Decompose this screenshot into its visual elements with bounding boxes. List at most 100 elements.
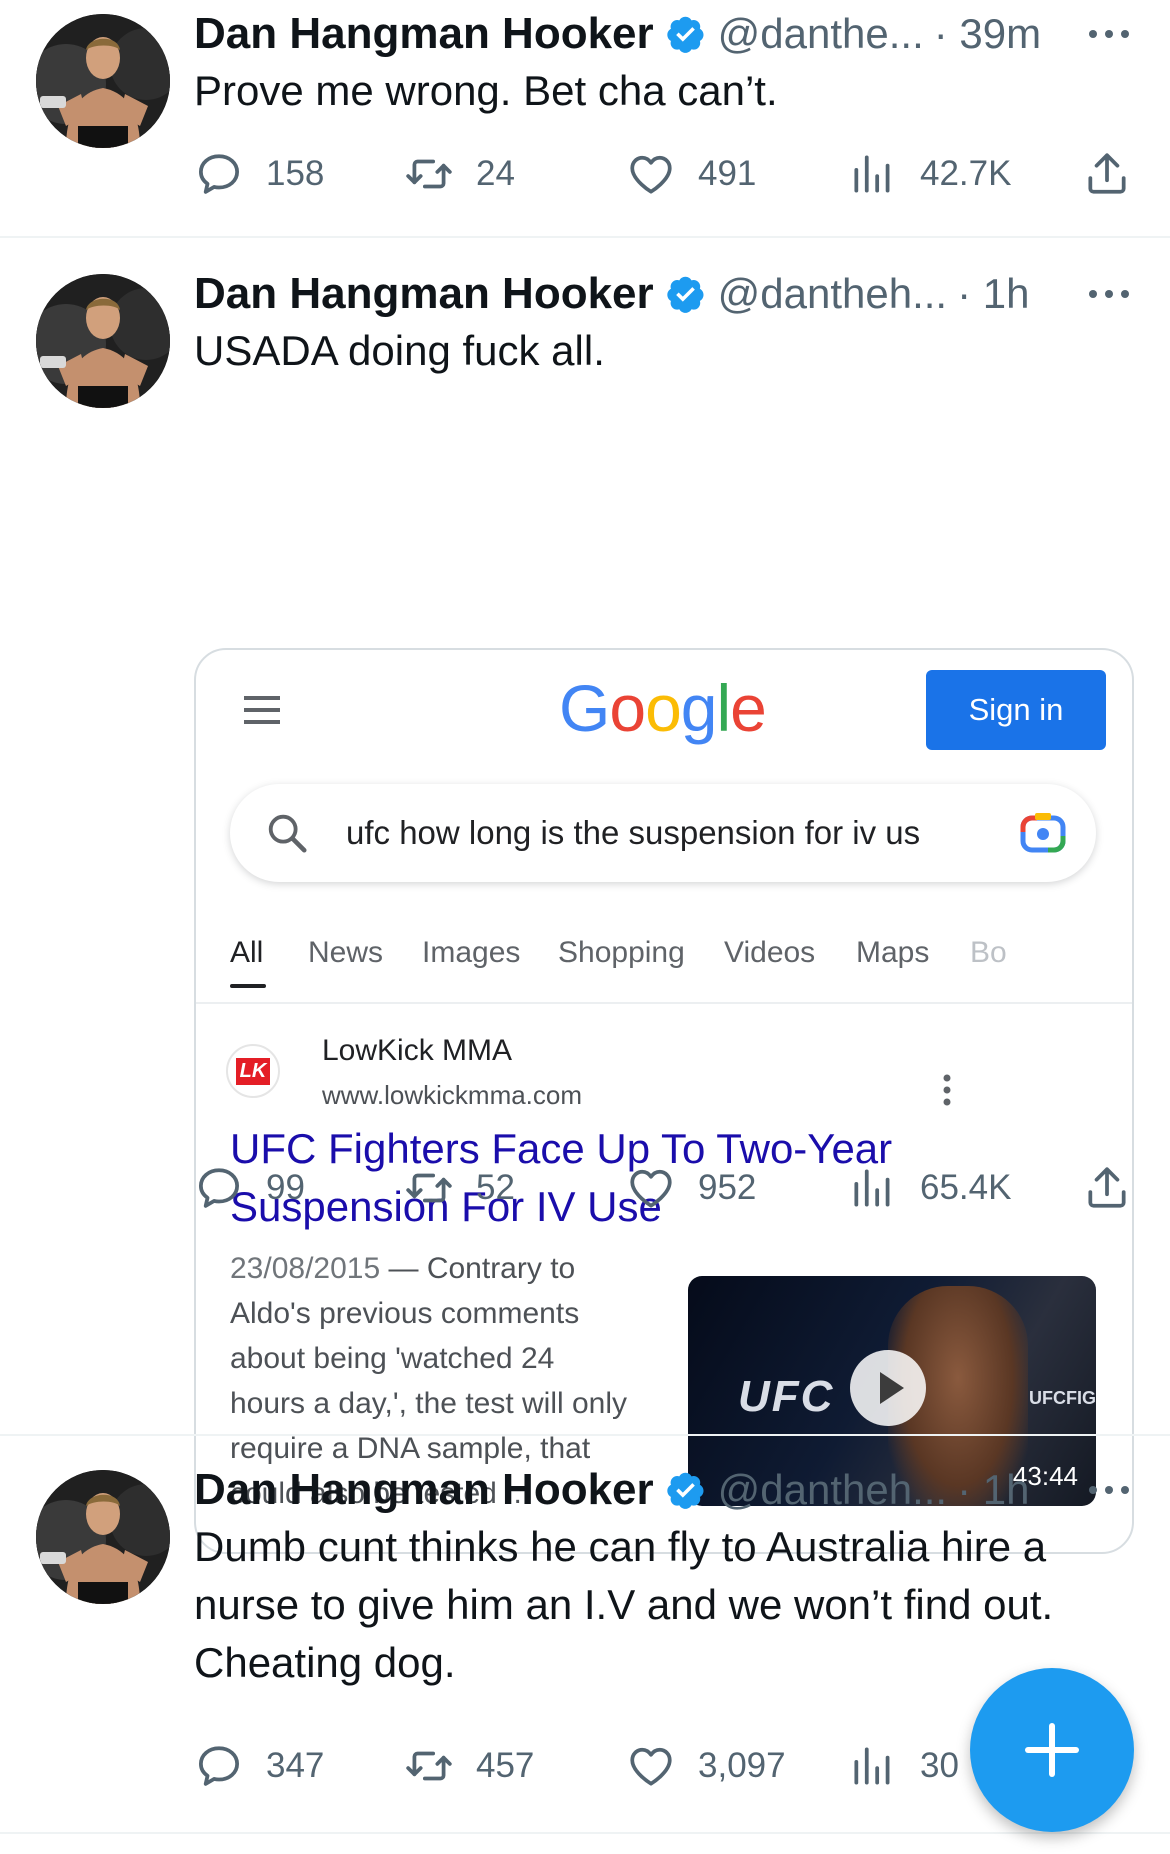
views-icon: [848, 1741, 898, 1791]
compose-plus-icon: [1025, 1723, 1079, 1777]
logo-letter: G: [559, 671, 610, 745]
tweet-time[interactable]: · 1h: [957, 1466, 1029, 1514]
reply-button[interactable]: 347: [194, 1738, 324, 1794]
share-icon: [1082, 149, 1132, 199]
retweet-count: 24: [476, 154, 515, 193]
site-name[interactable]: LowKick MMA: [322, 1034, 512, 1068]
tweet-header: Dan Hangman Hooker @danthe... · 39m: [194, 8, 1041, 60]
like-count: 491: [698, 154, 757, 193]
tweet-actions: 158 24 491 42.7K: [194, 146, 1134, 202]
retweet-button[interactable]: 24: [404, 146, 515, 202]
lens-icon[interactable]: [1020, 812, 1066, 854]
tweet-divider: [0, 1832, 1170, 1834]
tab-books[interactable]: Bo: [970, 936, 1007, 970]
author-handle[interactable]: @dantheh...: [718, 270, 947, 318]
tweet-time[interactable]: · 39m: [934, 10, 1041, 58]
tab-shopping[interactable]: Shopping: [558, 936, 685, 970]
logo-letter: o: [645, 671, 682, 745]
retweet-button[interactable]: 52: [404, 1160, 515, 1216]
kebab-icon[interactable]: [942, 1070, 952, 1110]
logo-letter: g: [680, 671, 718, 745]
reply-button[interactable]: 99: [194, 1160, 305, 1216]
avatar-image: [36, 274, 170, 408]
verified-badge-icon: [666, 274, 706, 314]
avatar-image: [36, 14, 170, 148]
views-count: 65.4K: [920, 1168, 1012, 1207]
like-button[interactable]: 3,097: [626, 1738, 786, 1794]
retweet-count: 52: [476, 1168, 515, 1207]
logo-letter: l: [716, 671, 732, 745]
tab-videos[interactable]: Videos: [724, 936, 815, 970]
tweet-text: Dumb cunt thinks he can fly to Australia…: [194, 1523, 1054, 1686]
views-button[interactable]: 42.7K: [848, 146, 1011, 202]
retweet-icon: [404, 1163, 454, 1213]
reply-icon: [194, 1163, 244, 1213]
image-attachment[interactable]: Google Sign in ufc how long is the suspe…: [194, 648, 1134, 1554]
retweet-button[interactable]: 457: [404, 1738, 534, 1794]
tab-maps[interactable]: Maps: [856, 936, 929, 970]
search-bar[interactable]: ufc how long is the suspension for iv us: [230, 784, 1096, 882]
search-tabs: All News Images Shopping Videos Maps Bo: [196, 922, 1132, 1004]
share-icon: [1082, 1163, 1132, 1213]
active-tab-indicator: [230, 984, 266, 988]
more-icon[interactable]: [1086, 1480, 1132, 1500]
tweet-header: Dan Hangman Hooker @dantheh... · 1h: [194, 268, 1029, 320]
share-button[interactable]: [1082, 146, 1132, 202]
like-count: 952: [698, 1168, 757, 1207]
logo-letter: e: [730, 671, 767, 745]
site-url[interactable]: www.lowkickmma.com: [322, 1080, 582, 1111]
views-button[interactable]: 65.4K: [848, 1160, 1011, 1216]
sign-in-button[interactable]: Sign in: [926, 670, 1106, 750]
site-favicon-text: LK: [235, 1057, 271, 1085]
author-handle[interactable]: @dantheh...: [718, 1466, 947, 1514]
author-name[interactable]: Dan Hangman Hooker: [194, 269, 654, 319]
author-name[interactable]: Dan Hangman Hooker: [194, 9, 654, 59]
avatar[interactable]: [36, 14, 170, 148]
tab-news[interactable]: News: [308, 936, 383, 970]
reply-icon: [194, 149, 244, 199]
like-button[interactable]: 952: [626, 1160, 756, 1216]
tweet[interactable]: Dan Hangman Hooker @danthe... · 39m Prov…: [0, 0, 1170, 236]
avatar[interactable]: [36, 1470, 170, 1604]
tab-all[interactable]: All: [230, 936, 263, 970]
more-icon[interactable]: [1086, 24, 1132, 44]
author-name[interactable]: Dan Hangman Hooker: [194, 1465, 654, 1515]
hamburger-icon: [244, 696, 280, 724]
like-icon: [626, 1741, 676, 1791]
author-handle[interactable]: @danthe...: [718, 10, 924, 58]
tweet-text: Prove me wrong. Bet cha can’t.: [194, 67, 778, 114]
like-icon: [626, 1163, 676, 1213]
compose-tweet-button[interactable]: [970, 1668, 1134, 1832]
result-date: 23/08/2015: [230, 1252, 381, 1285]
more-icon[interactable]: [1086, 284, 1132, 304]
views-count: 30: [920, 1746, 959, 1785]
views-count: 42.7K: [920, 154, 1012, 193]
tweet-text: USADA doing fuck all.: [194, 327, 605, 374]
reply-count: 347: [266, 1746, 325, 1785]
tweet-header: Dan Hangman Hooker @dantheh... · 1h: [194, 1464, 1029, 1516]
tweet-time[interactable]: · 1h: [957, 270, 1029, 318]
views-icon: [848, 149, 898, 199]
search-icon: [268, 814, 307, 853]
like-count: 3,097: [698, 1746, 786, 1785]
reply-count: 99: [266, 1168, 305, 1207]
reply-count: 158: [266, 154, 325, 193]
logo-letter: o: [609, 671, 646, 745]
tweet[interactable]: Dan Hangman Hooker @dantheh... · 1h USAD…: [0, 238, 1170, 1554]
verified-badge-icon: [666, 1470, 706, 1510]
share-button[interactable]: [1082, 1160, 1132, 1216]
avatar[interactable]: [36, 274, 170, 408]
verified-badge-icon: [666, 14, 706, 54]
like-icon: [626, 149, 676, 199]
views-button[interactable]: 30: [848, 1738, 959, 1794]
tab-images[interactable]: Images: [422, 936, 520, 970]
play-icon[interactable]: [850, 1350, 926, 1426]
reply-button[interactable]: 158: [194, 146, 324, 202]
search-input[interactable]: ufc how long is the suspension for iv us: [346, 784, 986, 882]
site-favicon: LK: [226, 1044, 280, 1098]
avatar-image: [36, 1470, 170, 1604]
google-logo: Google: [559, 670, 767, 746]
retweet-icon: [404, 149, 454, 199]
tweet-actions: 99 52 952 65.4K: [194, 1160, 1134, 1216]
like-button[interactable]: 491: [626, 146, 756, 202]
